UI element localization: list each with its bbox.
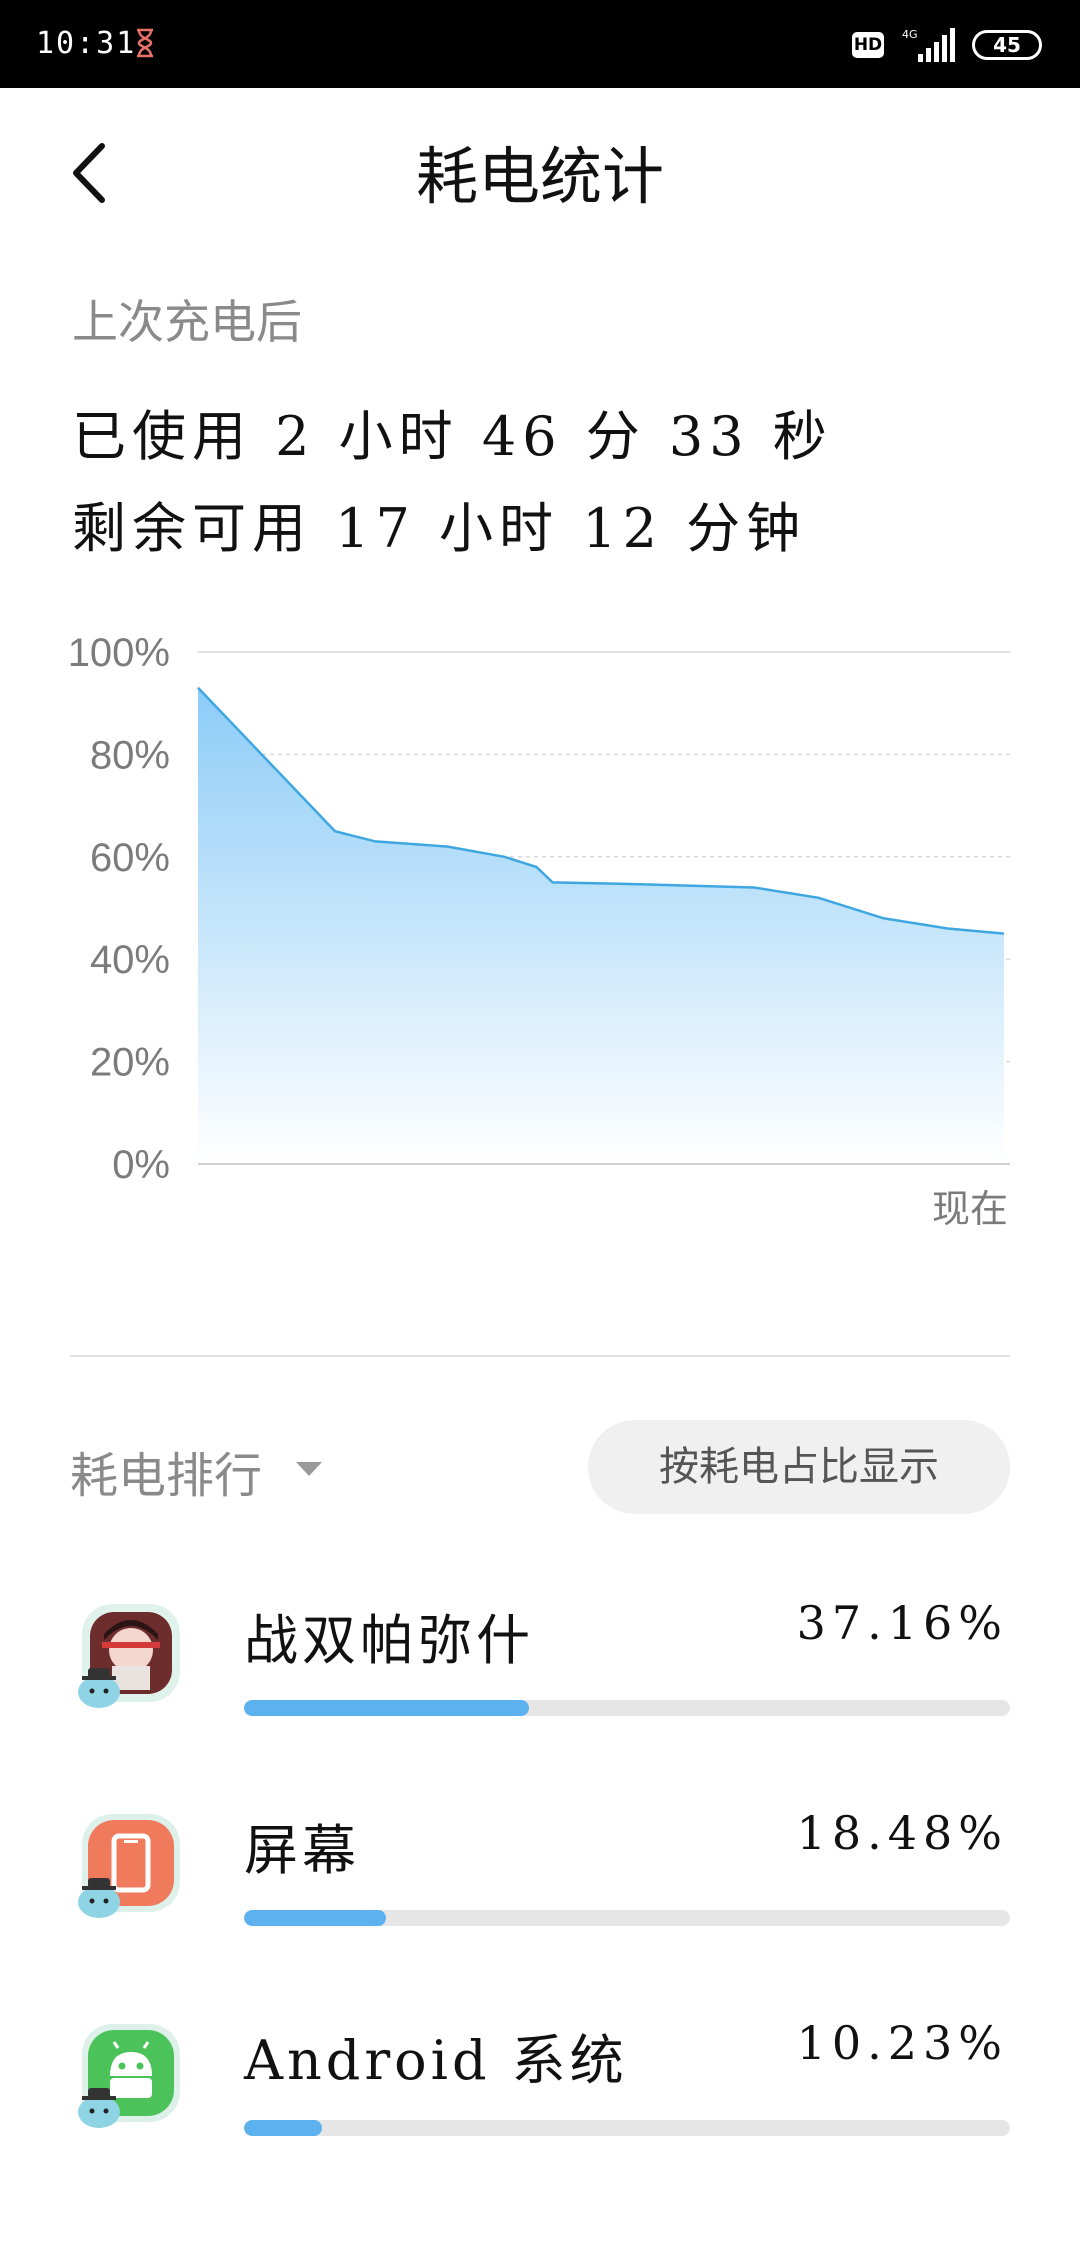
usage-bar-track [244, 1910, 1010, 1926]
hd-icon: HD [852, 32, 884, 58]
app-percentage: 10.23% [796, 2016, 1008, 2070]
dual-app-badge-icon [78, 2088, 120, 2128]
since-charge-label: 上次充电后 [72, 295, 302, 349]
usage-bar-track [244, 2120, 1010, 2136]
app-percentage: 37.16% [796, 1596, 1008, 1650]
dual-app-badge-icon [78, 1878, 120, 1918]
signal-icon: 4G [902, 28, 955, 62]
sort-by-percentage-button[interactable]: 按耗电占比显示 [588, 1420, 1010, 1514]
dual-app-badge-icon [78, 1668, 120, 1708]
remaining-time-text: 剩余可用 17 小时 12 分钟 [72, 497, 807, 560]
y-tick-label: 60% [90, 836, 170, 880]
battery-icon: 45 [972, 30, 1042, 60]
app-header: 耗电统计 [0, 88, 1080, 248]
y-tick-label: 40% [90, 938, 170, 982]
usage-time-text: 已使用 2 小时 46 分 33 秒 [72, 405, 833, 468]
usage-bar-fill [244, 1700, 529, 1716]
chevron-down-icon[interactable] [296, 1462, 322, 1476]
app-name: 战双帕弥什 [244, 1609, 534, 1672]
page-title: 耗电统计 [415, 140, 664, 213]
ranking-dropdown-label[interactable]: 耗电排行 [70, 1436, 262, 1506]
network-type-label: 4G [902, 28, 918, 41]
usage-bar-fill [244, 1910, 386, 1926]
status-bar: 10:31 HD 4G 45 [0, 0, 1080, 88]
list-item[interactable]: Android 系统 10.23% [0, 2016, 1080, 2224]
y-tick-label: 0% [112, 1143, 170, 1187]
app-name: Android 系统 [244, 2029, 628, 2092]
battery-level-chart: 100% 80% 60% 40% 20% 0% 现在 [68, 631, 1010, 1231]
usage-bar-track [244, 1700, 1010, 1716]
status-time: 10:31 [36, 26, 137, 61]
app-name: 屏幕 [244, 1819, 360, 1882]
x-axis-now-label: 现在 [932, 1187, 1008, 1231]
list-item[interactable]: 战双帕弥什 37.16% [0, 1596, 1080, 1804]
chart-y-axis: 100% 80% 60% 40% 20% 0% [68, 631, 170, 1187]
y-tick-label: 20% [90, 1041, 170, 1085]
y-tick-label: 80% [90, 733, 170, 777]
list-item[interactable]: 屏幕 18.48% [0, 1806, 1080, 2014]
battery-area [198, 687, 1004, 1164]
section-divider [70, 1355, 1010, 1357]
app-percentage: 18.48% [796, 1806, 1008, 1860]
usage-bar-fill [244, 2120, 323, 2136]
y-tick-label: 100% [68, 631, 170, 675]
hourglass-icon [137, 28, 153, 58]
